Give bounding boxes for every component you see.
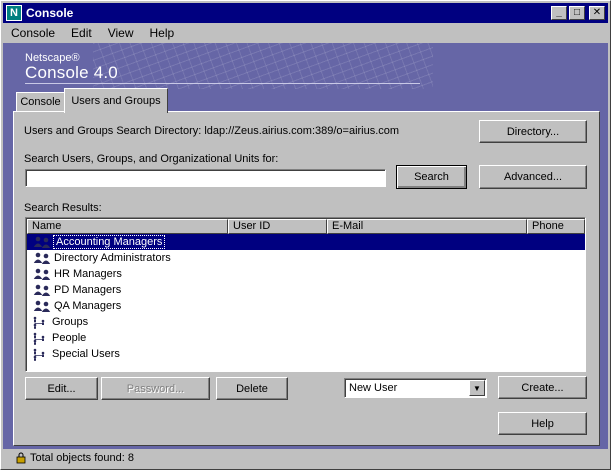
search-for-label: Search Users, Groups, and Organizational… xyxy=(24,153,279,165)
advanced-button[interactable]: Advanced... xyxy=(479,165,587,189)
column-header-email[interactable]: E-Mail xyxy=(327,219,527,234)
table-row[interactable]: Special Users xyxy=(27,346,585,362)
new-object-type-value: New User xyxy=(349,382,398,394)
table-row[interactable]: QA Managers xyxy=(27,298,585,314)
group-icon xyxy=(32,283,52,297)
help-button[interactable]: Help xyxy=(498,412,587,435)
delete-button[interactable]: Delete xyxy=(216,377,288,400)
row-name: People xyxy=(52,332,87,344)
search-results-label: Search Results: xyxy=(24,202,102,214)
table-row[interactable]: HR Managers xyxy=(27,266,585,282)
new-object-type-select[interactable]: New User ▼ xyxy=(344,378,487,398)
org-unit-icon xyxy=(32,315,52,329)
org-unit-icon xyxy=(32,331,52,345)
group-icon xyxy=(32,235,52,249)
directory-button[interactable]: Directory... xyxy=(479,120,587,143)
netscape-app-icon[interactable]: N xyxy=(6,5,22,21)
group-icon xyxy=(32,251,52,265)
close-button[interactable]: ✕ xyxy=(589,6,605,20)
tab-console[interactable]: Console xyxy=(16,92,65,112)
menu-edit[interactable]: Edit xyxy=(63,26,100,40)
status-text: Total objects found: 8 xyxy=(30,452,134,464)
lock-icon xyxy=(16,452,26,464)
column-header-user-id[interactable]: User ID xyxy=(228,219,327,234)
menu-console[interactable]: Console xyxy=(3,26,63,40)
window-title: Console xyxy=(26,6,74,20)
table-header: Name User ID E-Mail Phone xyxy=(27,219,585,234)
table-row[interactable]: PD Managers xyxy=(27,282,585,298)
search-button[interactable]: Search xyxy=(396,165,467,189)
row-name: HR Managers xyxy=(54,268,122,280)
table-row[interactable]: Directory Administrators xyxy=(27,250,585,266)
row-name: Groups xyxy=(52,316,89,328)
edit-button[interactable]: Edit... xyxy=(25,377,98,400)
group-icon xyxy=(32,299,52,313)
chevron-down-icon[interactable]: ▼ xyxy=(469,380,485,396)
console-window: N Console _ □ ✕ Console Edit View Help N… xyxy=(0,0,611,470)
menu-help[interactable]: Help xyxy=(142,26,183,40)
minimize-button[interactable]: _ xyxy=(551,6,567,20)
create-button[interactable]: Create... xyxy=(498,376,587,399)
brand-console-version: Console 4.0 xyxy=(25,63,118,82)
search-input[interactable] xyxy=(25,169,386,187)
title-bar[interactable]: N Console _ □ ✕ xyxy=(3,3,608,23)
row-name: PD Managers xyxy=(54,284,122,296)
row-name: Directory Administrators xyxy=(54,252,171,264)
tab-users-and-groups[interactable]: Users and Groups xyxy=(64,88,168,113)
table-row[interactable]: People xyxy=(27,330,585,346)
console-banner: Netscape® Console 4.0 xyxy=(3,43,608,89)
maximize-button[interactable]: □ xyxy=(569,6,585,20)
org-unit-icon xyxy=(32,347,52,361)
row-name: Accounting Managers xyxy=(52,235,166,249)
column-header-phone[interactable]: Phone xyxy=(527,219,585,234)
table-body: Accounting Managers Directory Administra… xyxy=(27,234,585,362)
banner-divider xyxy=(25,83,420,84)
menu-view[interactable]: View xyxy=(100,26,142,40)
menu-bar: Console Edit View Help xyxy=(3,23,608,43)
search-directory-label: Users and Groups Search Directory: ldap:… xyxy=(24,125,400,137)
status-bar: Total objects found: 8 xyxy=(3,449,608,467)
password-button: Password... xyxy=(101,377,210,400)
table-row[interactable]: Groups xyxy=(27,314,585,330)
row-name: QA Managers xyxy=(54,300,122,312)
table-row[interactable]: Accounting Managers xyxy=(27,234,585,250)
search-results-table[interactable]: Name User ID E-Mail Phone Accounting Man… xyxy=(25,217,586,372)
column-header-name[interactable]: Name xyxy=(27,219,228,234)
group-icon xyxy=(32,267,52,281)
row-name: Special Users xyxy=(52,348,120,360)
